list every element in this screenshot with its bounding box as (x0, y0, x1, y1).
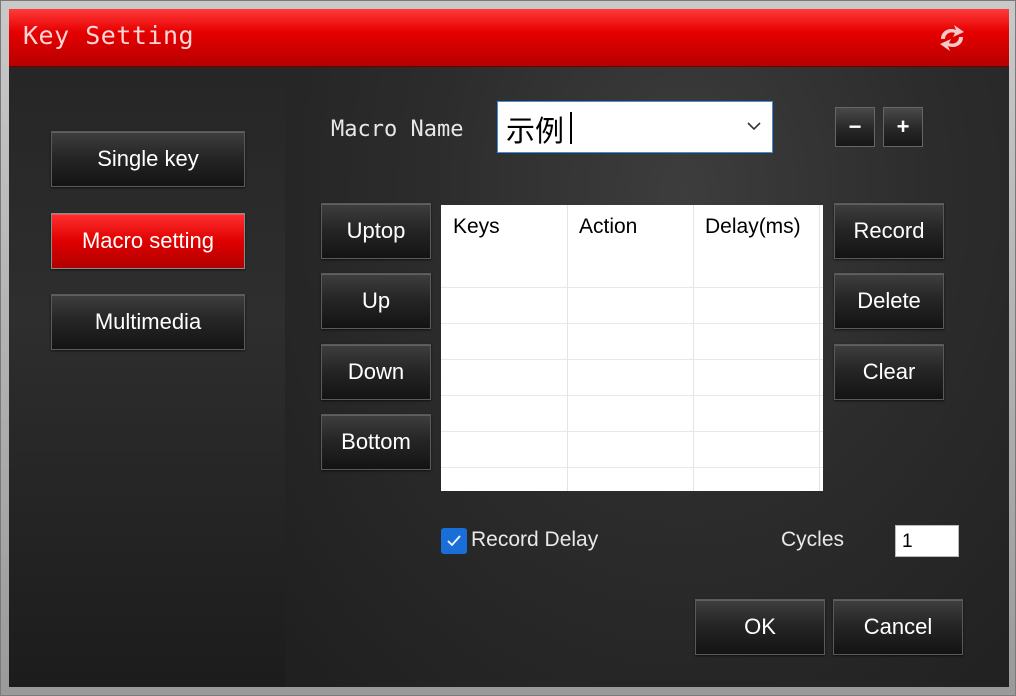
sidebar-item-macro-setting[interactable]: Macro setting (51, 213, 245, 269)
row-divider (441, 395, 823, 396)
window-title: Key Setting (23, 21, 195, 50)
record-delay-checkbox[interactable] (441, 528, 467, 554)
cycles-input[interactable]: 1 (895, 525, 959, 557)
checkmark-icon (447, 535, 461, 547)
column-divider (819, 205, 820, 491)
key-setting-window: Key Setting Single key Macro setting Mul… (0, 0, 1016, 696)
row-divider (441, 359, 823, 360)
uptop-button[interactable]: Uptop (321, 203, 431, 259)
cycles-label: Cycles (781, 528, 845, 551)
macro-table[interactable]: Keys Action Delay(ms) (441, 205, 823, 491)
refresh-arrows-icon[interactable] (935, 23, 969, 53)
record-button[interactable]: Record (834, 203, 944, 259)
remove-macro-button[interactable]: − (835, 107, 875, 147)
row-divider (441, 323, 823, 324)
column-divider (693, 205, 694, 491)
text-caret (570, 112, 572, 144)
column-divider (567, 205, 568, 491)
macro-name-label: Macro Name (331, 117, 464, 142)
add-macro-button[interactable]: + (883, 107, 923, 147)
ok-button[interactable]: OK (695, 599, 825, 655)
down-button[interactable]: Down (321, 344, 431, 400)
chevron-down-icon[interactable] (746, 120, 762, 132)
sidebar-item-multimedia[interactable]: Multimedia (51, 294, 245, 350)
macro-name-value[interactable]: 示例 (506, 108, 564, 150)
title-bar: Key Setting (9, 9, 1009, 67)
delete-button[interactable]: Delete (834, 273, 944, 329)
macro-name-dropdown[interactable]: 示例 (497, 101, 773, 153)
row-divider (441, 287, 823, 288)
sidebar-item-single-key[interactable]: Single key (51, 131, 245, 187)
column-header-delay: Delay(ms) (705, 215, 801, 238)
row-divider (441, 431, 823, 432)
cancel-button[interactable]: Cancel (833, 599, 963, 655)
up-button[interactable]: Up (321, 273, 431, 329)
column-header-action: Action (579, 215, 638, 238)
bottom-button[interactable]: Bottom (321, 414, 431, 470)
clear-button[interactable]: Clear (834, 344, 944, 400)
record-delay-label: Record Delay (471, 528, 599, 551)
row-divider (441, 467, 823, 468)
column-header-keys: Keys (453, 215, 500, 238)
